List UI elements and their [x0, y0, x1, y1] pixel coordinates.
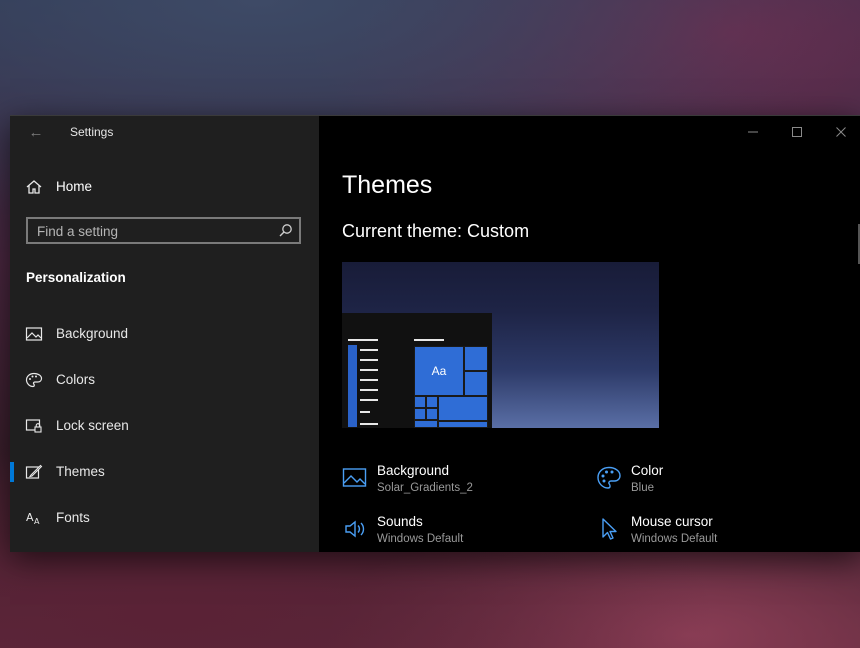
cursor-icon: [602, 518, 617, 540]
themes-icon: [25, 464, 43, 479]
fonts-icon: A A: [26, 511, 40, 526]
preview-line: [360, 369, 378, 371]
svg-text:A: A: [26, 511, 34, 524]
sidebar-item-themes[interactable]: Themes: [10, 456, 319, 488]
palette-icon: [25, 372, 43, 388]
picture-icon: [342, 468, 367, 487]
preview-tile: [414, 396, 426, 408]
preview-tile: [438, 396, 488, 421]
theme-sounds-setting[interactable]: Sounds Windows Default: [342, 514, 582, 558]
theme-preview: Aa: [342, 262, 659, 428]
preview-tile: [414, 408, 426, 420]
preview-tile: [464, 346, 488, 371]
home-icon: [26, 180, 42, 194]
palette-icon: [597, 466, 621, 489]
speaker-icon: [345, 520, 365, 538]
current-theme-heading: Current theme: Custom: [342, 221, 530, 241]
preview-line: [414, 339, 444, 341]
preview-line: [360, 359, 378, 361]
preview-line: [360, 423, 378, 425]
sidebar-item-label: Fonts: [56, 510, 90, 525]
preview-start-menu: Aa: [342, 313, 492, 428]
setting-value: Windows Default: [377, 533, 464, 545]
page-title: Themes: [342, 171, 433, 199]
back-arrow-icon: ←: [28, 123, 44, 141]
app-title: Settings: [70, 125, 114, 139]
setting-name: Mouse cursor: [631, 514, 713, 529]
section-title: Personalization: [26, 270, 126, 285]
preview-tile: [426, 408, 438, 420]
sidebar-item-lock-screen[interactable]: Lock screen: [10, 410, 319, 442]
picture-icon: [25, 327, 43, 341]
preview-line: [360, 349, 378, 351]
sidebar-item-label: Home: [56, 179, 93, 194]
theme-mouse-cursor-setting[interactable]: Mouse cursor Windows Default: [596, 514, 836, 558]
back-button[interactable]: ←: [24, 122, 48, 142]
maximize-button[interactable]: [782, 122, 812, 142]
preview-tile: [414, 420, 438, 428]
preview-tile: [438, 421, 488, 428]
sidebar-item-colors[interactable]: Colors: [10, 364, 319, 396]
sidebar-item-fonts[interactable]: A A Fonts: [10, 502, 319, 534]
setting-value: Windows Default: [631, 533, 718, 545]
sidebar-item-label: Colors: [56, 372, 96, 387]
settings-window: ← Settings Home Personalization Backgrou…: [10, 115, 860, 552]
sidebar-item-home[interactable]: Home: [10, 172, 319, 202]
lock-screen-icon: [25, 419, 42, 433]
preview-tile: [464, 371, 488, 396]
preview-line: [360, 411, 370, 413]
minimize-button[interactable]: [738, 122, 768, 142]
theme-background-setting[interactable]: Background Solar_Gradients_2: [342, 463, 582, 507]
sidebar-item-background[interactable]: Background: [10, 318, 319, 350]
preview-line: [348, 339, 378, 341]
preview-line: [360, 389, 378, 391]
setting-name: Sounds: [377, 514, 423, 529]
search-input[interactable]: [28, 219, 279, 244]
sidebar-item-label: Lock screen: [56, 418, 129, 433]
close-icon: [836, 127, 846, 137]
preview-taskbar-strip: [348, 345, 357, 427]
setting-name: Background: [377, 463, 450, 478]
setting-value: Blue: [631, 482, 655, 494]
preview-tile-aa: Aa: [414, 346, 464, 396]
minimize-icon: [748, 131, 758, 133]
selection-indicator: [10, 462, 14, 482]
sidebar-item-label: Themes: [56, 464, 105, 479]
setting-name: Color: [631, 463, 664, 478]
preview-line: [360, 399, 378, 401]
sidebar: ← Settings Home Personalization Backgrou…: [10, 116, 319, 552]
main-content: Themes Current theme: Custom Aa Backgrou…: [319, 116, 860, 552]
maximize-icon: [792, 127, 802, 137]
close-button[interactable]: [826, 122, 856, 142]
theme-color-setting[interactable]: Color Blue: [596, 463, 836, 507]
preview-tile: [426, 396, 438, 408]
svg-text:A: A: [34, 517, 40, 526]
search-box: [26, 217, 301, 244]
setting-value: Solar_Gradients_2: [377, 482, 473, 494]
sidebar-item-label: Background: [56, 326, 129, 341]
preview-line: [360, 379, 378, 381]
search-icon[interactable]: [278, 223, 293, 238]
